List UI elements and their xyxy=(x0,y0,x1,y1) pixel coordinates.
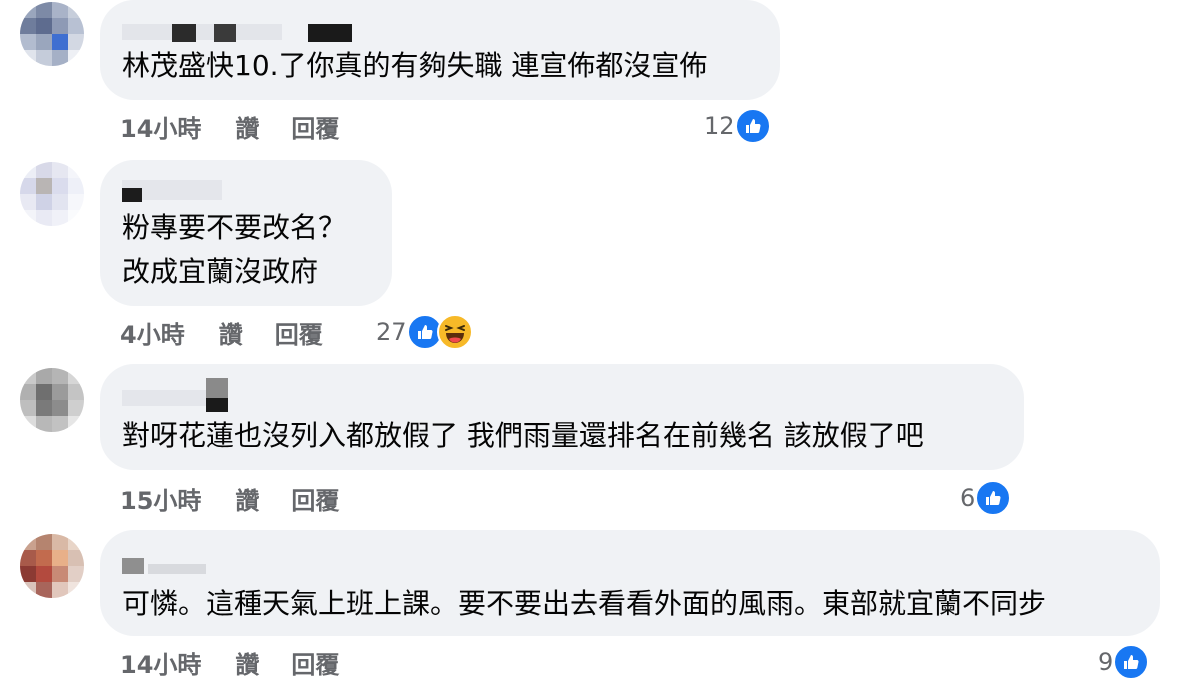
redacted-name-block xyxy=(214,24,236,42)
redacted-name-block xyxy=(122,558,144,574)
comment-actions: 14小時 讚 回覆 xyxy=(120,645,339,680)
reply-button[interactable]: 回覆 xyxy=(291,645,339,680)
comment-actions: 15小時 讚 回覆 xyxy=(120,481,339,516)
like-button[interactable]: 讚 xyxy=(235,645,259,680)
avatar[interactable] xyxy=(20,368,84,432)
comment-bubble: 林茂盛快10.了你真的有夠失職 連宣佈都沒宣佈 xyxy=(100,0,780,100)
author-name[interactable] xyxy=(122,556,242,578)
avatar[interactable] xyxy=(20,534,84,598)
comment-time[interactable]: 15小時 xyxy=(120,481,201,516)
redacted-name-block xyxy=(308,24,352,42)
reaction-count: 9 xyxy=(1098,648,1114,676)
redacted-name-block xyxy=(206,398,228,412)
avatar[interactable] xyxy=(20,2,84,66)
reaction-count: 12 xyxy=(704,112,735,140)
redacted-name-block xyxy=(206,378,228,398)
reaction-summary[interactable]: 6 xyxy=(960,480,1012,516)
avatar[interactable] xyxy=(20,162,84,226)
like-icon xyxy=(975,480,1012,516)
comment-time[interactable]: 14小時 xyxy=(120,645,201,680)
redacted-name-block xyxy=(172,24,196,42)
author-name[interactable] xyxy=(122,378,242,412)
comment-bubble: 可憐。這種天氣上班上課。要不要出去看看外面的風雨。東部就宜蘭不同步 xyxy=(100,530,1160,636)
reaction-summary[interactable]: 27 xyxy=(376,314,473,350)
comment-text: 可憐。這種天氣上班上課。要不要出去看看外面的風雨。東部就宜蘭不同步 xyxy=(122,587,1047,620)
redacted-name-block xyxy=(122,188,142,202)
like-icon xyxy=(734,108,771,144)
reply-button[interactable]: 回覆 xyxy=(291,109,339,144)
comment-text: 改成宜蘭沒政府 xyxy=(122,255,319,288)
reaction-summary[interactable]: 12 xyxy=(704,108,771,144)
comment-bubble: 粉專要不要改名？ 改成宜蘭沒政府 xyxy=(100,160,392,306)
reaction-count: 27 xyxy=(376,318,407,346)
comment-text: 林茂盛快10.了你真的有夠失職 連宣佈都沒宣佈 xyxy=(122,49,708,82)
comment-bubble: 對呀花蓮也沒列入都放假了 我們雨量還排名在前幾名 該放假了吧 xyxy=(100,364,1024,470)
reply-button[interactable]: 回覆 xyxy=(291,481,339,516)
author-name[interactable] xyxy=(122,178,242,202)
reaction-count: 6 xyxy=(960,484,976,512)
comment-actions: 14小時 讚 回覆 xyxy=(120,109,339,144)
comment-time[interactable]: 14小時 xyxy=(120,109,201,144)
redacted-name-block xyxy=(122,24,282,40)
author-name[interactable] xyxy=(122,20,362,42)
haha-icon xyxy=(436,314,473,350)
comment-text: 對呀花蓮也沒列入都放假了 我們雨量還排名在前幾名 該放假了吧 xyxy=(122,419,924,452)
like-button[interactable]: 讚 xyxy=(235,481,259,516)
redacted-name-block xyxy=(148,564,206,574)
reply-button[interactable]: 回覆 xyxy=(275,315,323,350)
redacted-name-block xyxy=(122,390,212,406)
comment-actions: 4小時 讚 回覆 xyxy=(120,315,323,350)
like-button[interactable]: 讚 xyxy=(219,315,243,350)
comment-time[interactable]: 4小時 xyxy=(120,315,185,350)
like-button[interactable]: 讚 xyxy=(235,109,259,144)
comment-text: 粉專要不要改名？ xyxy=(122,211,347,244)
